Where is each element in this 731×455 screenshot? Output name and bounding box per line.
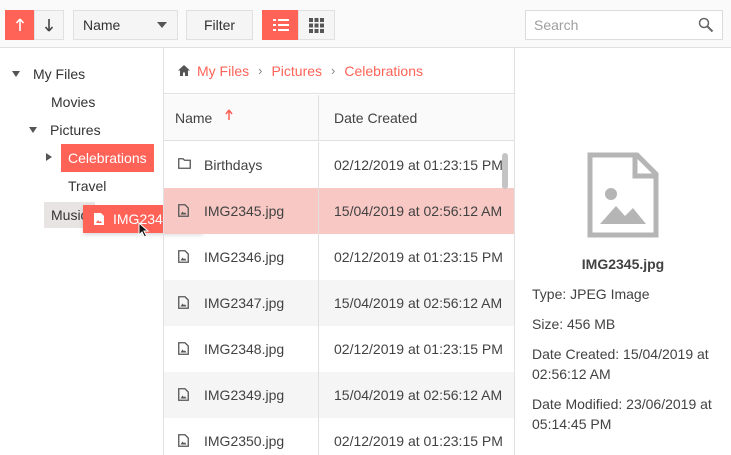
list-view-icon	[272, 19, 289, 31]
home-icon[interactable]	[177, 64, 191, 77]
breadcrumb: My Files › Pictures › Celebrations	[164, 48, 514, 94]
image-file-icon	[178, 204, 189, 217]
chevron-right-icon: ›	[258, 63, 263, 78]
table-row[interactable]: IMG2350.jpg 02/12/2019 at 01:23:15 PM	[164, 418, 514, 455]
details-date-created-time: 02:56:12 AM	[532, 366, 611, 382]
caret-down-icon	[157, 22, 167, 28]
image-file-icon	[178, 434, 189, 447]
chevron-right-icon: ›	[331, 63, 336, 78]
folder-tree: My Files Movies Pictures Celebrations Tr…	[0, 48, 163, 455]
file-date: 02/12/2019 at 01:23:15 PM	[318, 234, 514, 280]
search-icon[interactable]	[698, 17, 714, 33]
table-row[interactable]: IMG2349.jpg 15/04/2019 at 02:56:12 AM	[164, 372, 514, 418]
details-date-created: Date Created: 15/04/2019 at	[532, 346, 709, 362]
arrow-up-icon	[15, 18, 25, 31]
sort-ascending-button[interactable]	[5, 10, 35, 40]
breadcrumb-item-celebrations[interactable]: Celebrations	[344, 63, 423, 79]
table-row[interactable]: IMG2345.jpg 15/04/2019 at 02:56:12 AM	[164, 188, 514, 234]
file-name: Birthdays	[204, 157, 263, 173]
file-date: 02/12/2019 at 01:23:15 PM	[318, 418, 514, 455]
table-row[interactable]: IMG2347.jpg 15/04/2019 at 02:56:12 AM	[164, 280, 514, 326]
file-date: 15/04/2019 at 02:56:12 AM	[318, 280, 514, 326]
toolbar: Name Filter	[0, 0, 731, 48]
list-view-button[interactable]	[262, 10, 299, 40]
sort-field-dropdown[interactable]: Name	[73, 10, 178, 40]
image-file-icon	[178, 388, 189, 401]
table-row[interactable]: IMG2348.jpg 02/12/2019 at 01:23:15 PM	[164, 326, 514, 372]
tree-node-travel[interactable]: Travel	[68, 174, 106, 198]
image-file-icon	[178, 342, 189, 355]
file-name: IMG2345.jpg	[204, 203, 285, 219]
tree-node-celebrations[interactable]: Celebrations	[61, 144, 154, 172]
details-file-name: IMG2345.jpg	[581, 256, 665, 272]
column-header-name[interactable]: Name	[175, 110, 212, 126]
breadcrumb-item-my-files[interactable]: My Files	[197, 63, 249, 79]
details-size: Size: 456 MB	[532, 316, 616, 332]
file-date: 15/04/2019 at 02:56:12 AM	[318, 188, 514, 234]
image-file-icon	[178, 296, 189, 309]
expand-toggle-icon[interactable]	[12, 71, 20, 77]
collapse-toggle-icon[interactable]	[46, 153, 52, 161]
tree-node-movies[interactable]: Movies	[51, 90, 95, 114]
search-input[interactable]	[526, 11, 686, 39]
filter-button[interactable]: Filter	[186, 10, 253, 40]
mouse-pointer-icon	[138, 222, 150, 238]
search-box	[525, 10, 723, 40]
sort-field-value: Name	[83, 17, 121, 33]
details-type: Type: JPEG Image	[532, 286, 650, 302]
file-date: 02/12/2019 at 01:23:15 PM	[318, 142, 514, 188]
breadcrumb-item-pictures[interactable]: Pictures	[271, 63, 322, 79]
grid-view-icon	[309, 17, 324, 33]
arrow-down-icon	[44, 19, 54, 32]
grid-view-button[interactable]	[298, 10, 335, 40]
file-grid: Name Date Created Birthdays 02/12/2019 a…	[164, 95, 514, 455]
file-name: IMG2348.jpg	[204, 341, 285, 357]
image-file-preview-icon	[587, 152, 659, 238]
column-header-date-created[interactable]: Date Created	[334, 110, 417, 126]
details-pane: IMG2345.jpg Type: JPEG Image Size: 456 M…	[515, 48, 731, 455]
column-divider[interactable]	[318, 95, 319, 141]
file-date: 02/12/2019 at 01:23:15 PM	[318, 326, 514, 372]
folder-icon	[178, 158, 191, 169]
image-file-icon	[94, 213, 104, 225]
expand-toggle-icon[interactable]	[29, 127, 37, 133]
table-row[interactable]: IMG2346.jpg 02/12/2019 at 01:23:15 PM	[164, 234, 514, 280]
details-date-modified: Date Modified: 23/06/2019 at	[532, 396, 712, 412]
file-name: IMG2347.jpg	[204, 295, 285, 311]
file-name: IMG2349.jpg	[204, 387, 285, 403]
sort-ascending-icon	[225, 109, 233, 120]
image-file-icon	[178, 250, 189, 263]
file-name: IMG2346.jpg	[204, 249, 285, 265]
sort-descending-button[interactable]	[34, 10, 64, 40]
file-name: IMG2350.jpg	[204, 433, 285, 449]
vertical-scrollbar-thumb[interactable]	[502, 153, 508, 189]
file-date: 15/04/2019 at 02:56:12 AM	[318, 372, 514, 418]
tree-node-my-files[interactable]: My Files	[33, 62, 85, 86]
grid-header: Name Date Created	[164, 95, 514, 141]
table-row[interactable]: Birthdays 02/12/2019 at 01:23:15 PM	[164, 142, 514, 188]
details-date-modified-time: 05:14:45 PM	[532, 416, 612, 432]
tree-node-pictures[interactable]: Pictures	[50, 118, 101, 142]
